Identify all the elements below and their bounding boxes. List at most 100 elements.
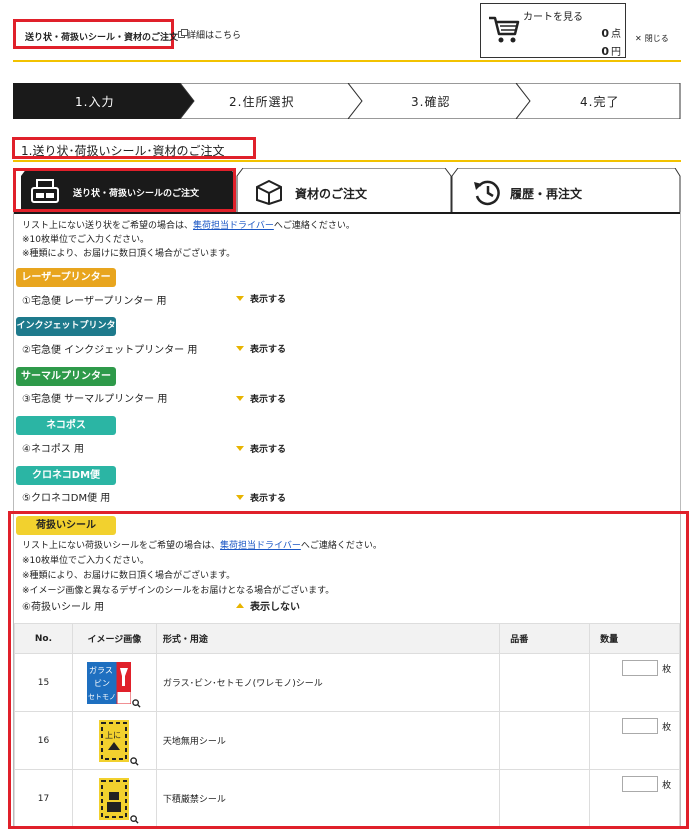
driver-link[interactable]: 集荷担当ドライバー xyxy=(193,221,274,231)
do-not-stack-sticker-image[interactable] xyxy=(98,777,139,824)
driver-link-2[interactable]: 集荷担当ドライバー xyxy=(220,541,301,551)
intro-line-3: ※種類により、お届けに数日頂く場合がございます。 xyxy=(22,249,236,259)
quantity-input[interactable] xyxy=(622,660,659,676)
box-icon xyxy=(256,179,282,205)
handling-line-2: ※10枚単位でご入力ください。 xyxy=(22,556,149,566)
row-code xyxy=(499,769,591,828)
table-row: 15 ガラス ビン セトモノ ガラス･ビン･セトモノ(ワレモノ)シール 枚 xyxy=(14,653,680,712)
close-button[interactable]: ✕ 閉じる xyxy=(635,33,669,44)
this-side-up-graphic: 上に xyxy=(98,719,129,762)
detail-link-label: 詳細はこちら xyxy=(187,31,242,41)
do-not-stack-graphic xyxy=(98,777,129,820)
toggle-thermal[interactable]: 表示する xyxy=(236,392,286,405)
category-item-dm: ⑤クロネコDM便 用 xyxy=(22,493,111,504)
col-image: イメージ画像 xyxy=(71,623,157,654)
glass-fragile-sticker-image[interactable]: ガラス ビン セトモノ xyxy=(86,661,141,708)
chevron-down-icon xyxy=(236,446,244,451)
svg-text:ビン: ビン xyxy=(94,679,110,688)
col-no: No. xyxy=(14,623,73,654)
category-badge-thermal: サーマルプリンター xyxy=(16,367,116,386)
cart-count: 0点 xyxy=(601,27,621,40)
intro-line-2: ※10枚単位でご入力ください。 xyxy=(22,235,149,245)
step-3: 3.確認 xyxy=(411,95,451,109)
row-image[interactable]: 上に xyxy=(71,711,157,770)
page-title: 送り状・荷扱いシール・資材のご注文 xyxy=(13,19,178,49)
row-no: 17 xyxy=(14,769,73,828)
col-code: 品番 xyxy=(499,623,591,654)
category-badge-inkjet: インクジェットプリンター xyxy=(16,317,116,350)
category-badge-dm: クロネコDM便 xyxy=(16,466,116,485)
row-code xyxy=(499,653,591,712)
quantity-unit: 枚 xyxy=(662,665,672,675)
row-code xyxy=(499,711,591,770)
chevron-up-icon xyxy=(236,603,244,608)
tab-materials-label: 資材のご注文 xyxy=(295,187,368,201)
col-qty: 数量 xyxy=(589,623,680,654)
tab-labels[interactable]: 送り状・荷扱いシールのご注文 xyxy=(21,168,236,214)
tab-history-label: 履歴・再注文 xyxy=(510,187,583,201)
category-item-handling: ⑥荷扱いシール 用 xyxy=(22,602,105,613)
quantity-unit: 枚 xyxy=(662,723,672,733)
row-qty: 枚 xyxy=(589,711,680,770)
chevron-down-icon xyxy=(236,296,244,301)
toggle-nekopos[interactable]: 表示する xyxy=(236,442,286,455)
col-format: 形式・用途 xyxy=(155,623,501,654)
tab-history[interactable]: 履歴・再注文 xyxy=(452,168,680,214)
step-4: 4.完了 xyxy=(580,95,620,109)
tab-bar: 送り状・荷扱いシールのご注文 資材のご注文 履歴・再注文 xyxy=(13,168,681,214)
handling-line-3: ※種類により、お届けに数日頂く場合がございます。 xyxy=(22,571,236,581)
category-item-nekopos: ④ネコポス 用 xyxy=(22,444,84,455)
row-no: 15 xyxy=(14,653,73,712)
toggle-handling[interactable]: 表示しない xyxy=(236,598,300,613)
row-image[interactable] xyxy=(71,769,157,828)
row-qty: 枚 xyxy=(589,653,680,712)
handling-line-1: リスト上にない荷扱いシールをご希望の場合は、集荷担当ドライバーへご連絡ください。 xyxy=(22,541,382,551)
history-icon xyxy=(474,180,500,206)
zoom-icon xyxy=(130,814,139,824)
intro-line-1: リスト上にない送り状をご希望の場合は、集荷担当ドライバーへご連絡ください。 xyxy=(22,221,355,231)
toggle-laser[interactable]: 表示する xyxy=(236,292,286,305)
quantity-unit: 枚 xyxy=(662,781,672,791)
svg-text:上に: 上に xyxy=(105,731,121,740)
step-1: 1.入力 xyxy=(75,95,115,109)
chevron-down-icon xyxy=(236,346,244,351)
row-format: 天地無用シール xyxy=(155,711,501,770)
glass-sticker-graphic: ガラス ビン セトモノ xyxy=(86,661,132,704)
category-badge-nekopos: ネコポス xyxy=(16,416,116,435)
handling-line-4: ※イメージ画像と異なるデザインのシールをお届けとなる場合がございます。 xyxy=(22,586,335,596)
zoom-icon xyxy=(130,756,139,766)
toggle-inkjet[interactable]: 表示する xyxy=(236,342,286,355)
chevron-down-icon xyxy=(236,396,244,401)
close-icon: ✕ xyxy=(635,34,642,43)
quantity-input[interactable] xyxy=(622,718,659,734)
cart-button[interactable]: カートを見る 0点 0円 xyxy=(480,3,626,58)
handling-sticker-table: No. イメージ画像 形式・用途 品番 数量 15 ガラス ビン セトモノ ガラ… xyxy=(14,623,680,828)
tab-labels-label: 送り状・荷扱いシールのご注文 xyxy=(73,189,200,199)
chevron-down-icon xyxy=(236,495,244,500)
svg-text:ガラス: ガラス xyxy=(89,665,113,675)
detail-link[interactable]: 詳細はこちら xyxy=(178,28,241,41)
section-title: 1.送り状･荷扱いシール･資材のご注文 xyxy=(12,137,256,159)
tab-materials[interactable]: 資材のご注文 xyxy=(237,168,451,214)
cart-amount: 0円 xyxy=(601,45,621,58)
quantity-input[interactable] xyxy=(622,776,659,792)
printer-label-icon xyxy=(31,179,59,203)
category-badge-handling: 荷扱いシール xyxy=(16,516,116,535)
step-2: 2.住所選択 xyxy=(229,95,295,109)
toggle-dm[interactable]: 表示する xyxy=(236,491,286,504)
category-item-thermal: ③宅急便 サーマルプリンター 用 xyxy=(22,394,168,405)
shopping-cart-icon xyxy=(489,16,520,43)
row-format: ガラス･ビン･セトモノ(ワレモノ)シール xyxy=(155,653,501,712)
this-side-up-sticker-image[interactable]: 上に xyxy=(98,719,139,766)
table-header-row: No. イメージ画像 形式・用途 品番 数量 xyxy=(14,623,680,654)
row-image[interactable]: ガラス ビン セトモノ xyxy=(71,653,157,712)
external-link-icon xyxy=(178,29,188,38)
category-badge-laser: レーザープリンター xyxy=(16,268,116,287)
zoom-icon xyxy=(132,698,141,708)
row-qty: 枚 xyxy=(589,769,680,828)
category-item-laser: ①宅急便 レーザープリンター 用 xyxy=(22,296,167,307)
row-format: 下積厳禁シール xyxy=(155,769,501,828)
progress-steps: 1.入力 2.住所選択 3.確認 4.完了 xyxy=(13,83,681,119)
row-no: 16 xyxy=(14,711,73,770)
category-item-inkjet: ②宅急便 インクジェットプリンター 用 xyxy=(22,345,198,356)
